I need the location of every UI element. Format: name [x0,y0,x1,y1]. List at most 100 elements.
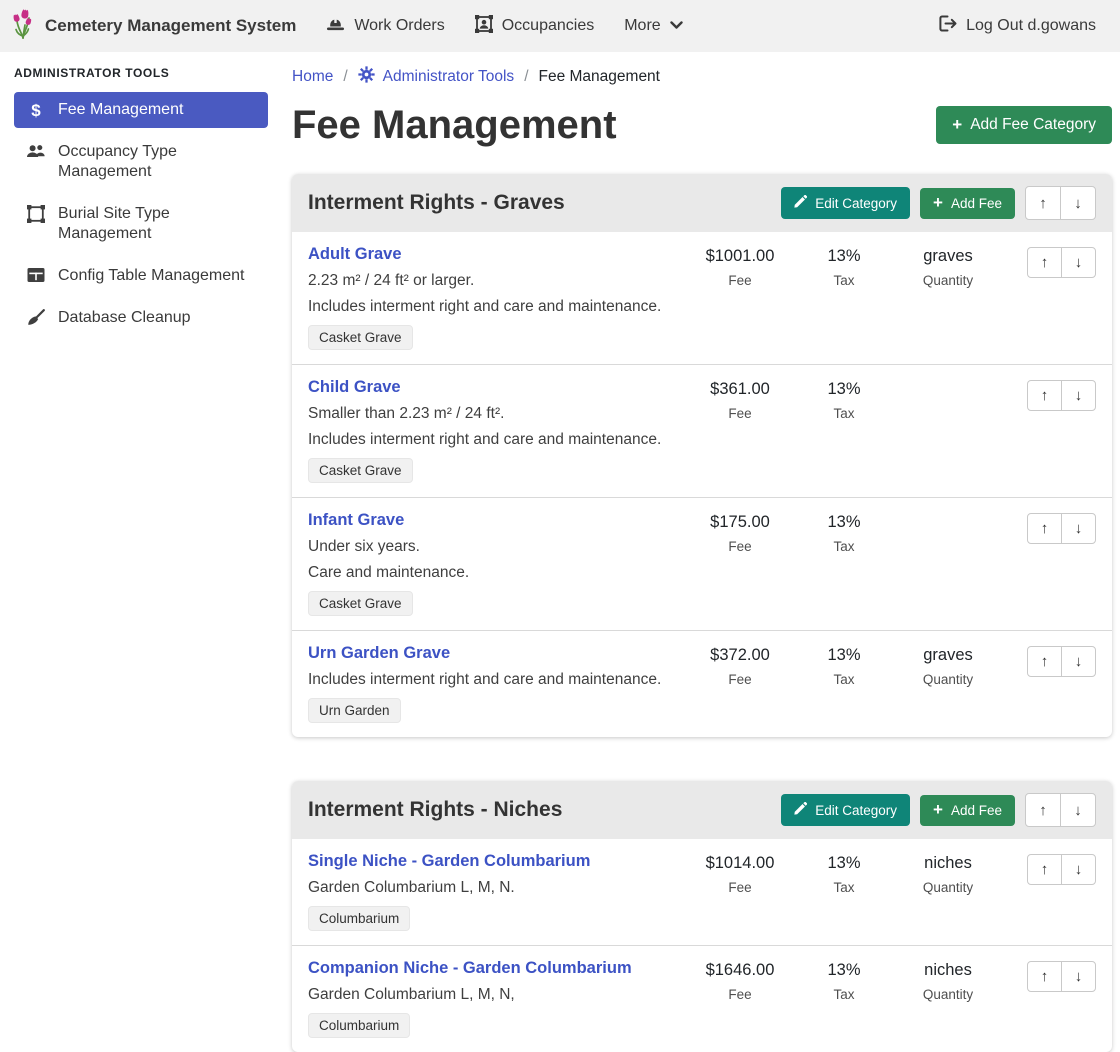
fee-amount-column: $1646.00 Fee [688,959,792,1002]
fee-name-link[interactable]: Infant Grave [308,511,404,530]
pencil-icon [794,802,807,818]
fee-description: Includes interment right and care and ma… [308,671,680,689]
chevron-down-icon [670,17,683,35]
fee-name-link[interactable]: Child Grave [308,378,401,397]
plus-icon: + [933,803,943,817]
fee-info: Child Grave Smaller than 2.23 m² / 24 ft… [308,378,688,483]
move-fee-down-button[interactable]: ↓ [1061,247,1096,278]
quantity-label: Quantity [896,880,1000,895]
move-fee-up-button[interactable]: ↑ [1027,513,1062,544]
breadcrumb-separator: / [524,68,528,86]
nav-item-more[interactable]: More [624,17,682,35]
fee-label: Fee [688,273,792,288]
move-fee-up-button[interactable]: ↑ [1027,854,1062,885]
category-reorder-group: ↑ ↓ [1025,793,1096,827]
fee-name-link[interactable]: Urn Garden Grave [308,644,450,663]
fee-description: 2.23 m² / 24 ft² or larger. [308,272,680,290]
up-arrow-icon: ↑ [1041,387,1049,404]
tax-label: Tax [792,880,896,895]
fee-row: Adult Grave 2.23 m² / 24 ft² or larger.I… [292,232,1112,364]
fee-name-link[interactable]: Single Niche - Garden Columbarium [308,852,590,871]
tax-label: Tax [792,406,896,421]
add-fee-category-button[interactable]: + Add Fee Category [936,106,1112,144]
move-category-down-button[interactable]: ↓ [1060,793,1096,827]
fee-rows: Single Niche - Garden Columbarium Garden… [292,839,1112,1052]
sidebar-item-occupancy-type[interactable]: Occupancy Type Management [14,134,268,190]
move-fee-up-button[interactable]: ↑ [1027,646,1062,677]
top-navbar: Cemetery Management System Work Orders [0,0,1120,52]
gear-icon [358,66,375,88]
fee-tax-column: 13% Tax [792,511,896,554]
move-fee-down-button[interactable]: ↓ [1061,646,1096,677]
down-arrow-icon: ↓ [1075,861,1083,878]
move-category-up-button[interactable]: ↑ [1025,186,1061,220]
fee-label: Fee [688,880,792,895]
fee-row: Child Grave Smaller than 2.23 m² / 24 ft… [292,364,1112,497]
move-category-down-button[interactable]: ↓ [1060,186,1096,220]
move-fee-up-button[interactable]: ↑ [1027,961,1062,992]
add-fee-button[interactable]: + Add Fee [920,795,1015,826]
move-fee-up-button[interactable]: ↑ [1027,247,1062,278]
main-content: Home / [280,52,1120,939]
down-arrow-icon: ↓ [1075,520,1083,537]
fee-descriptions: 2.23 m² / 24 ft² or larger.Includes inte… [308,272,680,316]
sidebar-item-fee-management[interactable]: $ Fee Management [14,92,268,128]
app-brand[interactable]: Cemetery Management System [10,9,296,44]
move-fee-down-button[interactable]: ↓ [1061,513,1096,544]
fee-type-badge: Columbarium [308,906,410,931]
fee-amount: $1001.00 [688,247,792,266]
fee-rows: Adult Grave 2.23 m² / 24 ft² or larger.I… [292,232,1112,737]
fee-label: Fee [688,987,792,1002]
fee-amount-column: $1001.00 Fee [688,245,792,288]
move-fee-down-button[interactable]: ↓ [1061,380,1096,411]
admin-sidebar: ADMINISTRATOR TOOLS $ Fee Management Occ… [0,52,280,939]
move-fee-down-button[interactable]: ↓ [1061,961,1096,992]
sidebar-item-database-cleanup[interactable]: Database Cleanup [14,300,268,336]
nav-item-occupancies[interactable]: Occupancies [475,15,595,38]
sidebar-item-label: Database Cleanup [58,308,191,328]
fee-label: Fee [688,406,792,421]
fee-info: Single Niche - Garden Columbarium Garden… [308,852,688,931]
fee-description: Smaller than 2.23 m² / 24 ft². [308,405,680,423]
fee-info: Adult Grave 2.23 m² / 24 ft² or larger.I… [308,245,688,350]
edit-category-button[interactable]: Edit Category [781,187,910,219]
nav-item-work-orders[interactable]: Work Orders [326,15,444,37]
sidebar-item-burial-site-type[interactable]: Burial Site Type Management [14,196,268,252]
edit-category-button[interactable]: Edit Category [781,794,910,826]
fee-type-badge: Casket Grave [308,591,413,616]
fee-quantity: niches [896,961,1000,980]
category-title: Interment Rights - Graves [308,191,781,215]
fee-reorder-group: ↑ ↓ [1000,245,1096,278]
fee-info: Urn Garden Grave Includes interment righ… [308,644,688,723]
breadcrumb-home-link[interactable]: Home [292,68,333,86]
add-fee-button[interactable]: + Add Fee [920,188,1015,219]
add-fee-category-label: Add Fee Category [970,116,1096,134]
fee-name-link[interactable]: Adult Grave [308,245,402,264]
edit-category-label: Edit Category [815,196,897,211]
fee-description: Care and maintenance. [308,564,680,582]
fee-quantity-column: niches Quantity [896,959,1000,1002]
logout-button[interactable]: Log Out d.gowans [938,15,1096,37]
fee-category-card: Interment Rights - Graves Edit Category … [292,174,1112,737]
categories: Interment Rights - Graves Edit Category … [292,174,1112,1052]
users-icon [26,143,46,159]
fee-name-link[interactable]: Companion Niche - Garden Columbarium [308,959,632,978]
sidebar-item-config-table[interactable]: Config Table Management [14,258,268,294]
up-arrow-icon: ↑ [1039,802,1047,819]
up-arrow-icon: ↑ [1041,520,1049,537]
fee-type-badge: Casket Grave [308,458,413,483]
add-fee-label: Add Fee [951,803,1002,818]
fee-type-badge: Casket Grave [308,325,413,350]
category-title: Interment Rights - Niches [308,798,781,822]
fee-tax-column: 13% Tax [792,378,896,421]
fee-description: Garden Columbarium L, M, N. [308,879,680,897]
fee-tax-column: 13% Tax [792,852,896,895]
fee-tax: 13% [792,513,896,532]
fee-reorder-group: ↑ ↓ [1000,852,1096,885]
breadcrumb-admin-tools-link[interactable]: Administrator Tools [358,66,515,88]
move-fee-down-button[interactable]: ↓ [1061,854,1096,885]
move-category-up-button[interactable]: ↑ [1025,793,1061,827]
quantity-label: Quantity [896,672,1000,687]
fee-info: Infant Grave Under six years.Care and ma… [308,511,688,616]
move-fee-up-button[interactable]: ↑ [1027,380,1062,411]
